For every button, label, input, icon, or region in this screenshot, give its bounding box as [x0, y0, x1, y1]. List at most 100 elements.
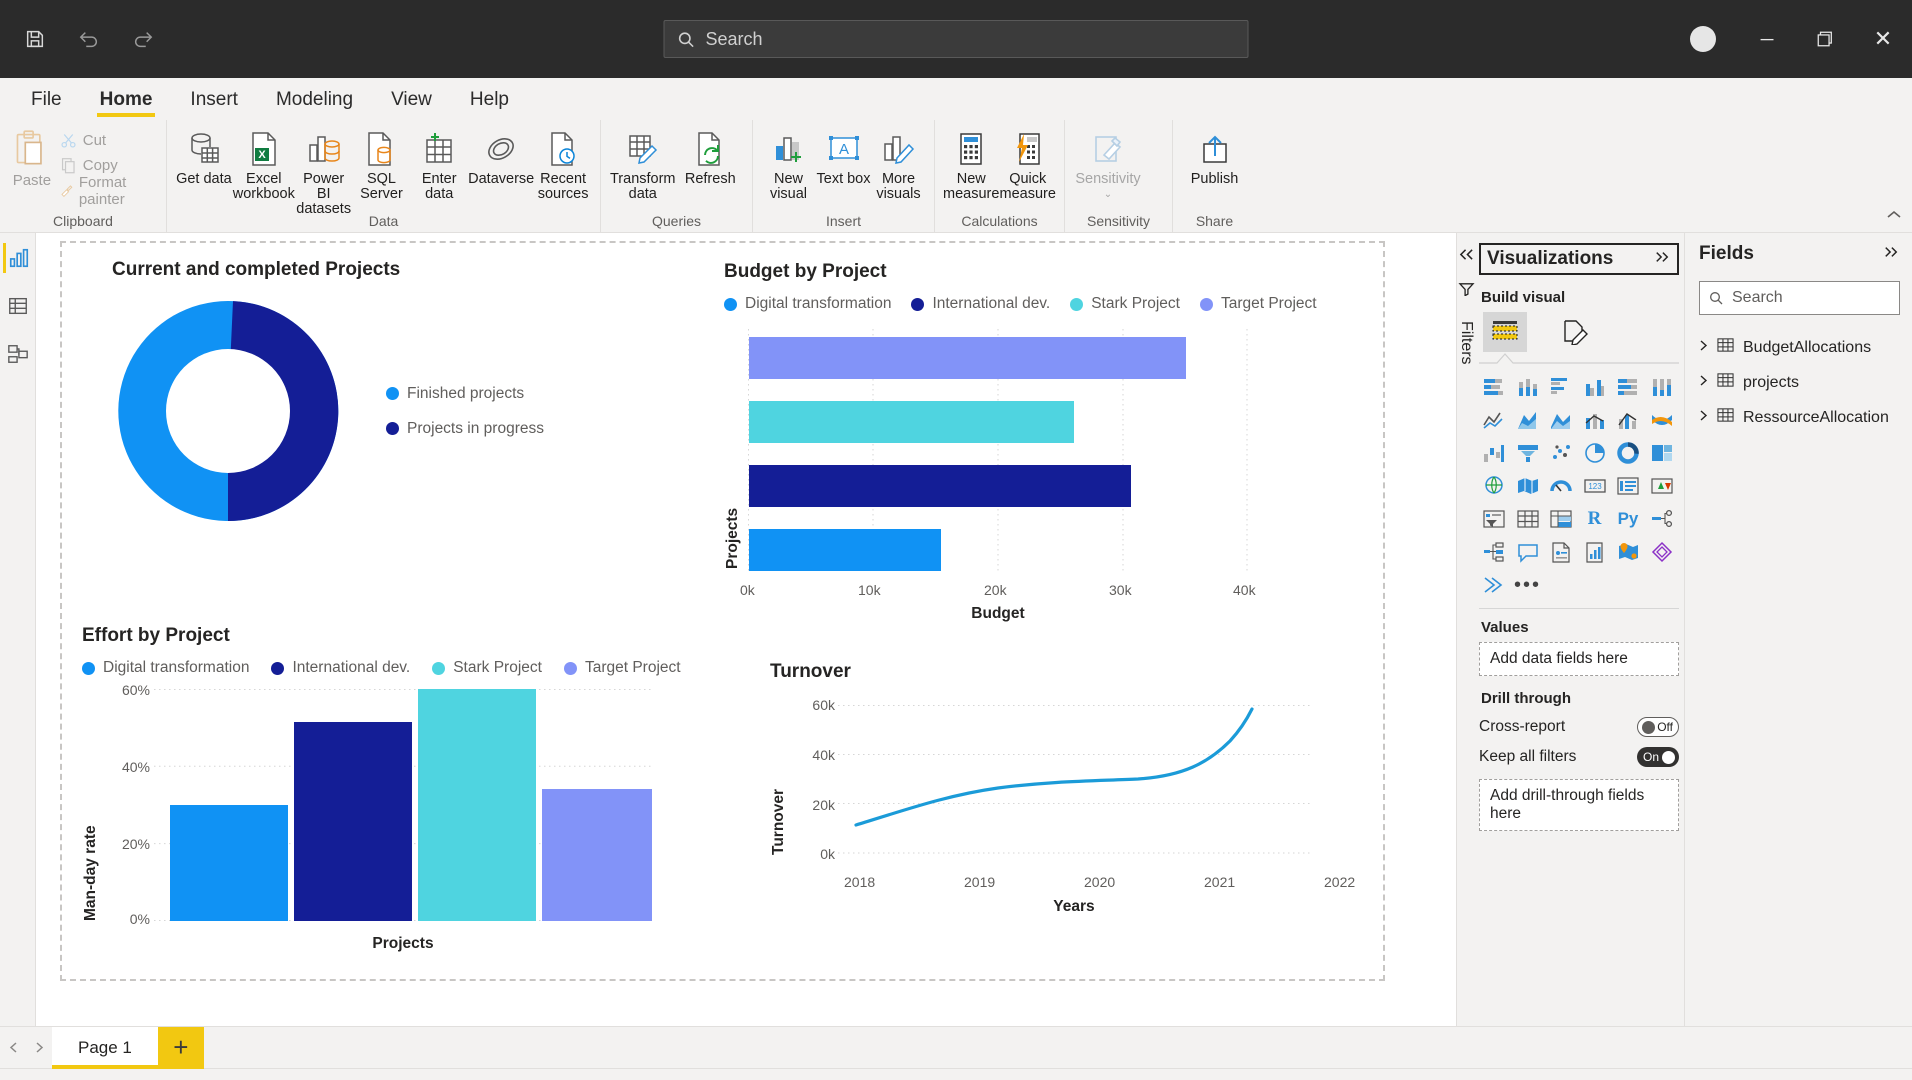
power-apps-icon[interactable]: [1649, 539, 1675, 565]
filled-map-icon[interactable]: [1515, 473, 1541, 499]
tab-home[interactable]: Home: [81, 80, 172, 120]
legend-item-effort-digital-transformation[interactable]: Digital transformation: [82, 659, 249, 677]
pie-chart-icon[interactable]: [1582, 440, 1608, 466]
table-icon[interactable]: [1515, 506, 1541, 532]
quick-measure-button[interactable]: Quick measure: [1000, 124, 1057, 202]
sensitivity-button[interactable]: Sensitivity ⌄: [1073, 124, 1143, 202]
tab-help[interactable]: Help: [451, 80, 528, 120]
visual-budget-by-project[interactable]: Budget by Project Digital transformation…: [724, 261, 1324, 641]
new-measure-button[interactable]: New measure: [943, 124, 1000, 202]
kpi-icon[interactable]: [1649, 473, 1675, 499]
tab-file[interactable]: File: [12, 80, 81, 120]
visual-turnover[interactable]: Turnover Turnover 60k 40k 20k 0k 2018 20…: [770, 661, 1355, 961]
more-visuals-button[interactable]: More visuals: [871, 124, 926, 202]
funnel-chart-icon[interactable]: [1515, 440, 1541, 466]
effort-plot[interactable]: [154, 689, 652, 921]
stacked-area-chart-icon[interactable]: [1548, 407, 1574, 433]
refresh-button[interactable]: Refresh: [677, 124, 745, 187]
area-chart-icon[interactable]: [1515, 407, 1541, 433]
legend-item-projects-in-progress[interactable]: Projects in progress: [386, 420, 544, 438]
account-avatar[interactable]: [1690, 26, 1716, 52]
100-stacked-column-chart-icon[interactable]: [1649, 374, 1675, 400]
tab-insert[interactable]: Insert: [171, 80, 257, 120]
field-table-projects[interactable]: projects: [1699, 372, 1900, 393]
restore-button[interactable]: [1796, 0, 1854, 78]
donut-chart-icon[interactable]: [1615, 440, 1641, 466]
expand-chevron-right-icon[interactable]: [1699, 409, 1708, 427]
slicer-icon[interactable]: [1481, 506, 1507, 532]
expand-chevron-right-icon[interactable]: [1699, 339, 1708, 357]
fields-build-icon[interactable]: [1483, 312, 1527, 352]
recent-sources-button[interactable]: Recent sources: [534, 124, 592, 202]
legend-item-stark-project[interactable]: Stark Project: [1070, 295, 1180, 313]
key-influencers-icon[interactable]: [1481, 539, 1507, 565]
more-options-icon[interactable]: •••: [1514, 572, 1541, 598]
add-page-button[interactable]: +: [157, 1026, 204, 1069]
donut-chart[interactable]: [112, 295, 344, 527]
minimize-button[interactable]: ─: [1738, 0, 1796, 78]
data-view-icon[interactable]: [3, 291, 33, 321]
report-view-icon[interactable]: [2, 243, 33, 273]
drill-through-dropwell[interactable]: Add drill-through fields here: [1479, 779, 1679, 831]
stacked-bar-chart-icon[interactable]: [1481, 374, 1507, 400]
treemap-icon[interactable]: [1649, 440, 1675, 466]
arcgis-map-icon[interactable]: [1615, 539, 1641, 565]
power-automate-icon[interactable]: [1481, 572, 1507, 598]
legend-item-effort-stark-project[interactable]: Stark Project: [432, 659, 542, 677]
enter-data-button[interactable]: Enter data: [410, 124, 468, 202]
sensitivity-chevron-down-icon[interactable]: ⌄: [1104, 187, 1112, 202]
paginated-report-icon[interactable]: [1548, 539, 1574, 565]
legend-item-international-dev[interactable]: International dev.: [911, 295, 1050, 313]
card-icon[interactable]: 123: [1582, 473, 1608, 499]
visualizations-collapse-chevrons-right-icon[interactable]: [1653, 248, 1671, 270]
keep-all-filters-toggle[interactable]: On: [1637, 747, 1679, 767]
new-visual-button[interactable]: New visual: [761, 124, 816, 202]
field-table-ressourceallocation[interactable]: RessourceAllocation: [1699, 407, 1900, 428]
map-icon[interactable]: [1481, 473, 1507, 499]
transform-data-button[interactable]: Transform data: [609, 124, 677, 202]
scatter-chart-icon[interactable]: [1548, 440, 1574, 466]
search-box[interactable]: Search: [663, 20, 1249, 58]
collapse-pane-chevrons-left-icon[interactable]: [1458, 247, 1475, 267]
clustered-bar-chart-icon[interactable]: [1548, 374, 1574, 400]
undo-icon[interactable]: [68, 18, 110, 60]
waterfall-chart-icon[interactable]: [1481, 440, 1507, 466]
stacked-column-chart-icon[interactable]: [1515, 374, 1541, 400]
ribbon-chart-icon[interactable]: [1649, 407, 1675, 433]
expand-chevron-right-icon[interactable]: [1699, 374, 1708, 392]
visual-current-and-completed-projects[interactable]: Current and completed Projects Finished …: [112, 259, 672, 579]
report-page-canvas[interactable]: Current and completed Projects Finished …: [60, 241, 1385, 981]
page-prev-chevron-left-icon[interactable]: [0, 1041, 26, 1054]
100-stacked-bar-chart-icon[interactable]: [1615, 374, 1641, 400]
publish-button[interactable]: Publish: [1181, 124, 1248, 187]
excel-workbook-button[interactable]: X Excel workbook: [233, 124, 295, 202]
power-bi-datasets-button[interactable]: Power BI datasets: [295, 124, 353, 217]
save-icon[interactable]: [14, 18, 56, 60]
redo-icon[interactable]: [122, 18, 164, 60]
r-script-visual-icon[interactable]: R: [1582, 506, 1608, 532]
collapse-ribbon-chevron-up-icon[interactable]: [1886, 208, 1902, 226]
sql-server-button[interactable]: SQL Server: [353, 124, 411, 202]
model-view-icon[interactable]: [3, 339, 33, 369]
page-tab-page-1[interactable]: Page 1: [52, 1026, 158, 1069]
matrix-icon[interactable]: [1548, 506, 1574, 532]
q-and-a-icon[interactable]: [1515, 539, 1541, 565]
visualizations-pane-header[interactable]: Visualizations: [1479, 243, 1679, 275]
turnover-plot[interactable]: [838, 705, 1310, 855]
legend-item-effort-international-dev[interactable]: International dev.: [271, 659, 410, 677]
line-chart-icon[interactable]: [1481, 407, 1507, 433]
decomposition-tree-icon[interactable]: [1649, 506, 1675, 532]
format-painter-button[interactable]: Format painter: [56, 174, 158, 208]
budget-plot[interactable]: [748, 329, 1248, 574]
dataverse-button[interactable]: Dataverse: [468, 124, 534, 187]
cross-report-toggle[interactable]: Off: [1637, 717, 1679, 737]
line-stacked-column-chart-icon[interactable]: [1582, 407, 1608, 433]
tab-view[interactable]: View: [372, 80, 451, 120]
legend-item-target-project[interactable]: Target Project: [1199, 295, 1317, 313]
filters-pane-icon[interactable]: [1457, 281, 1475, 301]
legend-item-digital-transformation[interactable]: Digital transformation: [724, 295, 891, 313]
legend-item-finished-projects[interactable]: Finished projects: [386, 385, 524, 403]
close-button[interactable]: ✕: [1854, 0, 1912, 78]
values-dropwell[interactable]: Add data fields here: [1479, 642, 1679, 676]
paste-button[interactable]: Paste: [8, 124, 56, 189]
